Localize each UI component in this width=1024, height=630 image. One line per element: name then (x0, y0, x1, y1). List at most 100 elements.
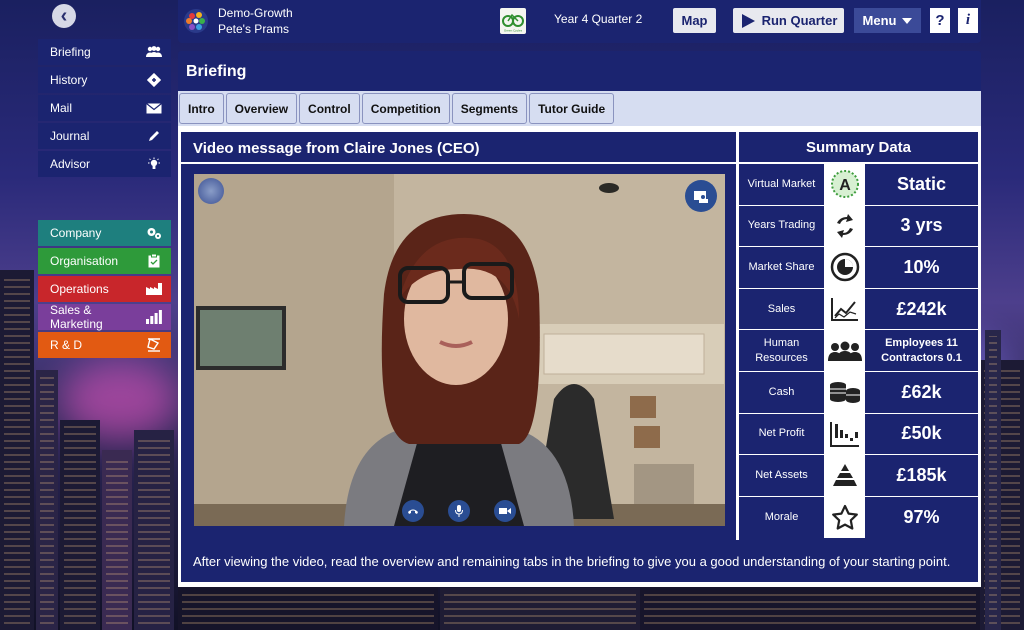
svg-text:A: A (839, 177, 851, 194)
map-button[interactable]: Map (673, 8, 716, 33)
camera-button[interactable] (494, 500, 516, 522)
video-camera-icon (499, 508, 511, 514)
sidebar-item-sales-marketing[interactable]: Sales & Marketing (38, 303, 171, 331)
video-title: Video message from Claire Jones (CEO) (181, 132, 736, 164)
person-switch-icon (694, 191, 708, 203)
sidebar-item-organisation[interactable]: Organisation (38, 248, 171, 274)
ceo-video[interactable] (194, 174, 725, 526)
summary-value: £50k (901, 423, 942, 444)
tab-intro[interactable]: Intro (179, 93, 224, 124)
summary-row-market-share: Market Share 10% (739, 247, 978, 289)
summary-row-sales: Sales £242k (739, 288, 978, 331)
briefing-instructions: After viewing the video, read the overvi… (181, 540, 978, 582)
market-a-icon: A (825, 164, 865, 205)
summary-label: Net Assets (739, 455, 825, 496)
contractors-count: Contractors 0.1 (881, 351, 962, 364)
sidebar-item-company[interactable]: Company (38, 220, 171, 246)
tab-bar: Intro Overview Control Competition Segme… (178, 91, 981, 126)
help-button[interactable]: ? (930, 8, 950, 33)
company-logo: Green Cycles (500, 8, 526, 34)
video-frame (194, 174, 725, 526)
microphone-button[interactable] (448, 500, 470, 522)
sidebar-item-mail[interactable]: Mail (38, 95, 171, 121)
summary-value: £62k (901, 381, 942, 402)
chevron-left-icon: ‹ (60, 5, 68, 27)
coins-icon (825, 371, 865, 413)
sidebar-item-r-and-d[interactable]: R & D (38, 332, 171, 358)
simulation-name: Demo-Growth (218, 6, 293, 20)
current-period: Year 4 Quarter 2 (554, 12, 643, 26)
company-logo-text: Green Cycles (504, 29, 523, 33)
sidebar-item-operations[interactable]: Operations (38, 276, 171, 302)
summary-row-cash: Cash £62k (739, 371, 978, 414)
video-watermark-icon (198, 178, 224, 204)
summary-value: £185k (896, 464, 947, 485)
sidebar-item-journal[interactable]: Journal (38, 123, 171, 149)
bar-chart-icon (145, 309, 163, 325)
company-name: Pete's Prams (218, 22, 289, 36)
brand-logo-icon (183, 8, 209, 34)
menu-button[interactable]: Menu (854, 8, 921, 33)
sidebar-item-history[interactable]: History (38, 67, 171, 93)
history-icon (145, 72, 163, 88)
cycle-arrows-icon (825, 205, 865, 247)
gears-icon (145, 225, 163, 241)
caret-down-icon (902, 17, 913, 24)
summary-row-net-profit: Net Profit £50k (739, 413, 978, 456)
summary-value: 3 yrs (900, 215, 943, 236)
back-button[interactable]: ‹ (52, 4, 76, 28)
flask-icon (145, 337, 163, 353)
profit-bars-icon (825, 413, 865, 455)
video-panel: Video message from Claire Jones (CEO) (181, 132, 736, 540)
briefing-panel: Briefing Intro Overview Control Competit… (178, 51, 981, 587)
summary-label: Sales (739, 288, 825, 330)
info-button[interactable]: i (958, 8, 978, 33)
run-quarter-button[interactable]: Run Quarter (733, 8, 844, 33)
clipboard-icon (145, 253, 163, 269)
summary-row-years-trading: Years Trading 3 yrs (739, 205, 978, 248)
summary-label: Cash (739, 371, 825, 413)
tab-segments[interactable]: Segments (451, 93, 528, 124)
sidebar-item-briefing[interactable]: Briefing (38, 39, 171, 65)
team-icon (825, 330, 865, 371)
lightbulb-icon (145, 156, 163, 172)
top-bar: Demo-Growth Pete's Prams Green Cycles Ye… (178, 0, 981, 43)
tab-overview[interactable]: Overview (225, 93, 298, 124)
tab-tutor-guide[interactable]: Tutor Guide (529, 93, 615, 124)
pyramid-icon (825, 455, 865, 496)
pencil-icon (145, 128, 163, 144)
summary-label: Net Profit (739, 413, 825, 455)
sidebar-departments: Company Organisation Operations Sales & … (38, 220, 171, 360)
summary-row-virtual-market: Virtual Market A Static (739, 164, 978, 206)
sidebar-primary: Briefing History Mail Journal Advisor (38, 39, 171, 179)
summary-label: Virtual Market (739, 164, 825, 205)
pie-icon (825, 247, 865, 288)
summary-label: Years Trading (739, 205, 825, 247)
people-icon (145, 44, 163, 60)
play-icon (741, 13, 755, 28)
switch-view-button[interactable] (685, 180, 717, 212)
summary-label: Human Resources (739, 330, 825, 371)
summary-value: £242k (896, 298, 947, 319)
summary-value: Static (896, 173, 947, 194)
summary-label: Market Share (739, 247, 825, 288)
tab-content: Video message from Claire Jones (CEO) Su… (178, 126, 981, 587)
summary-panel: Summary Data Virtual Market A Static Yea… (739, 132, 978, 540)
tab-control[interactable]: Control (299, 93, 360, 124)
employees-count: Employees 11 (885, 336, 958, 349)
page-title: Briefing (178, 51, 981, 91)
brand-text: Demo-Growth Pete's Prams (218, 5, 293, 37)
summary-value: Employees 11 Contractors 0.1 (865, 330, 978, 371)
summary-row-morale: Morale 97% (739, 496, 978, 539)
summary-title: Summary Data (739, 132, 978, 164)
tab-competition[interactable]: Competition (361, 93, 450, 124)
summary-value: 10% (903, 256, 940, 277)
hang-up-button[interactable] (402, 500, 424, 522)
sidebar-item-advisor[interactable]: Advisor (38, 151, 171, 177)
phone-icon (408, 509, 418, 514)
summary-label: Morale (739, 496, 825, 539)
summary-row-human-resources: Human Resources Employees 11 Contractors… (739, 330, 978, 372)
star-icon (825, 496, 865, 539)
sales-chart-icon (825, 288, 865, 330)
bicycle-icon: Green Cycles (502, 13, 524, 33)
